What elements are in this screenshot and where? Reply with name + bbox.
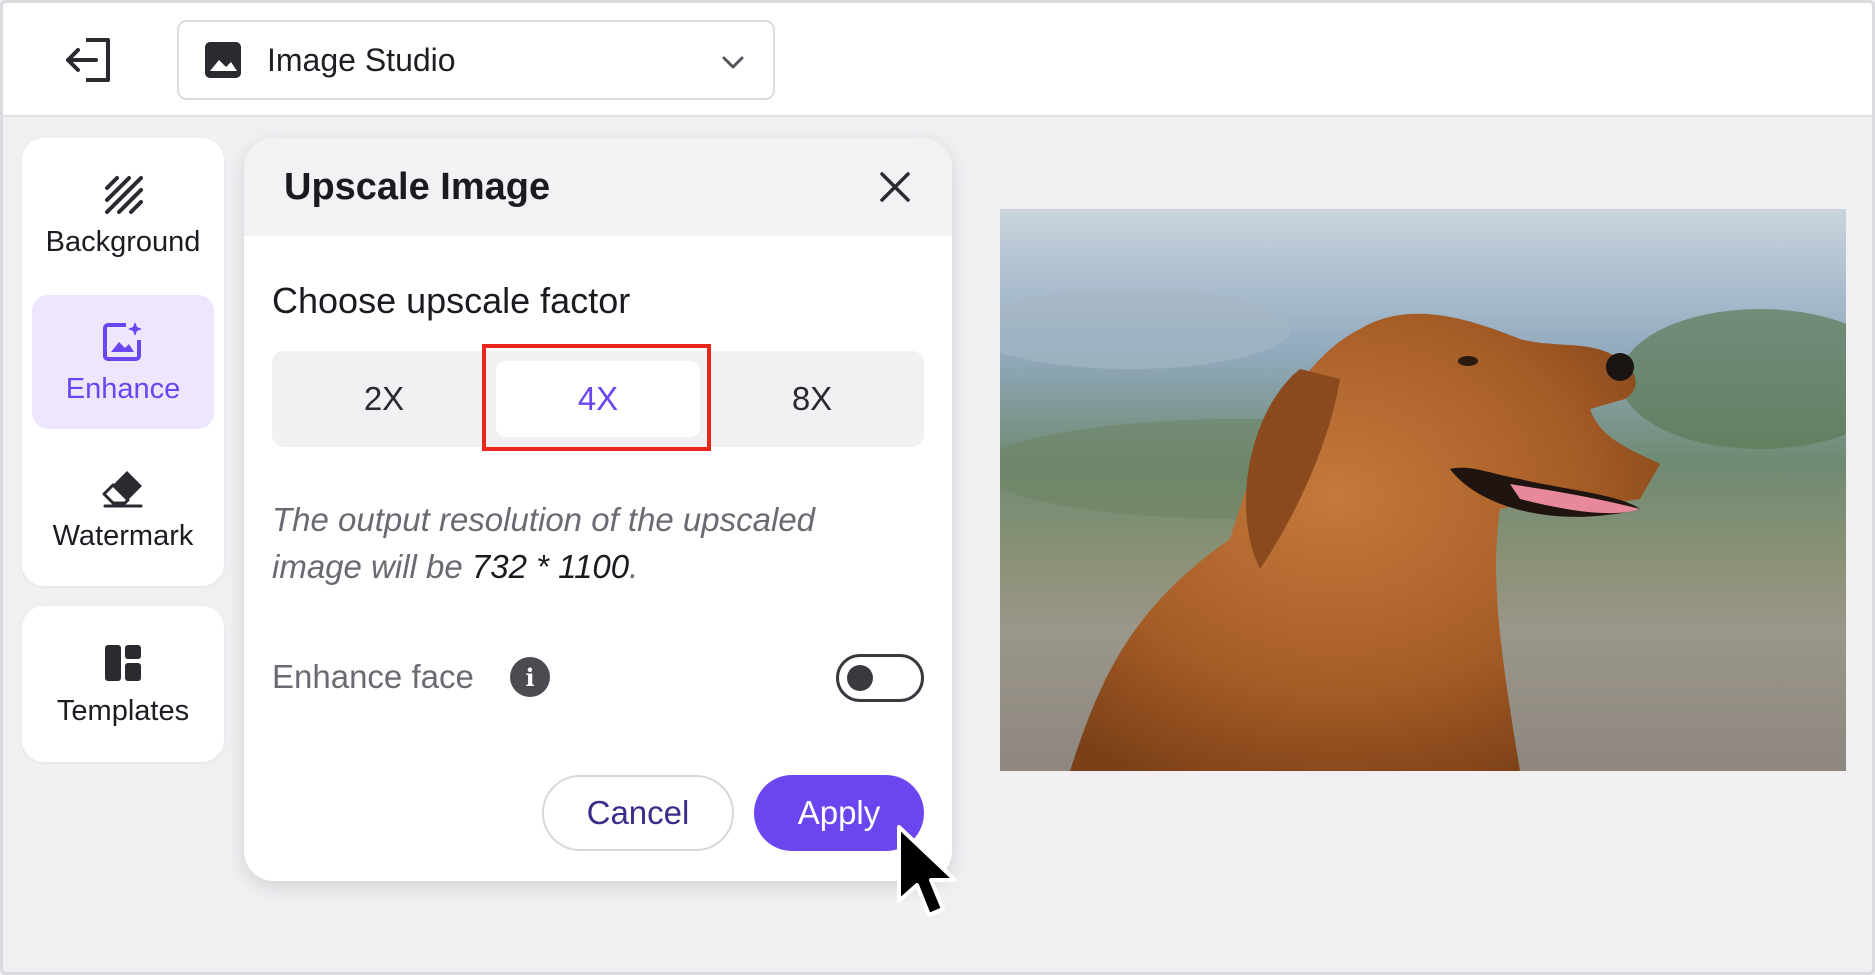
exit-icon bbox=[66, 38, 110, 82]
cursor-arrow-icon bbox=[897, 825, 957, 917]
enhance-icon bbox=[101, 319, 145, 363]
sidebar-item-label: Enhance bbox=[65, 372, 181, 405]
panel-title: Upscale Image bbox=[284, 165, 551, 208]
section-label: Choose upscale factor bbox=[272, 280, 631, 321]
dog-photo bbox=[1000, 209, 1846, 771]
templates-rail: Templates bbox=[22, 606, 224, 762]
sidebar-item-templates[interactable]: Templates bbox=[32, 617, 214, 751]
sidebar-item-background[interactable]: Background bbox=[32, 148, 214, 282]
factor-2x[interactable]: 2X bbox=[282, 361, 486, 437]
panel-header: Upscale Image bbox=[244, 138, 952, 236]
upscale-panel: Upscale Image Choose upscale factor 2X 4… bbox=[244, 138, 952, 881]
exit-button[interactable] bbox=[59, 33, 119, 87]
sidebar-item-enhance[interactable]: Enhance bbox=[32, 295, 214, 429]
close-button[interactable] bbox=[874, 166, 916, 208]
close-icon bbox=[880, 172, 910, 202]
factor-group: 2X 4X 8X bbox=[272, 351, 924, 447]
factor-8x[interactable]: 8X bbox=[710, 361, 914, 437]
output-resolution: 732 * 1100 bbox=[471, 548, 630, 585]
chevron-down-icon bbox=[722, 56, 744, 69]
factor-4x[interactable]: 4X bbox=[496, 361, 700, 437]
top-bar: Image Studio bbox=[3, 3, 1872, 117]
app-window: Image Studio Background Enhance Watermar… bbox=[0, 0, 1875, 975]
enhance-face-toggle[interactable] bbox=[836, 654, 924, 702]
sidebar-item-label: Watermark bbox=[52, 519, 194, 552]
sidebar-item-label: Templates bbox=[56, 694, 190, 727]
output-description: The output resolution of the upscaled im… bbox=[272, 496, 912, 590]
eraser-icon bbox=[101, 466, 145, 510]
sidebar-item-watermark[interactable]: Watermark bbox=[32, 442, 214, 576]
tool-rail: Background Enhance Watermark bbox=[22, 138, 224, 586]
studio-select[interactable]: Image Studio bbox=[177, 20, 775, 100]
enhance-face-label: Enhance face bbox=[272, 658, 474, 695]
image-icon bbox=[203, 40, 243, 80]
background-icon bbox=[101, 172, 145, 216]
description-suffix: . bbox=[629, 548, 639, 585]
templates-icon bbox=[101, 641, 145, 685]
toggle-knob bbox=[847, 665, 873, 691]
cancel-button[interactable]: Cancel bbox=[542, 775, 734, 851]
studio-select-value: Image Studio bbox=[267, 41, 456, 78]
sidebar-item-label: Background bbox=[45, 225, 201, 258]
info-icon[interactable]: i bbox=[510, 657, 550, 697]
image-preview bbox=[1000, 209, 1846, 771]
